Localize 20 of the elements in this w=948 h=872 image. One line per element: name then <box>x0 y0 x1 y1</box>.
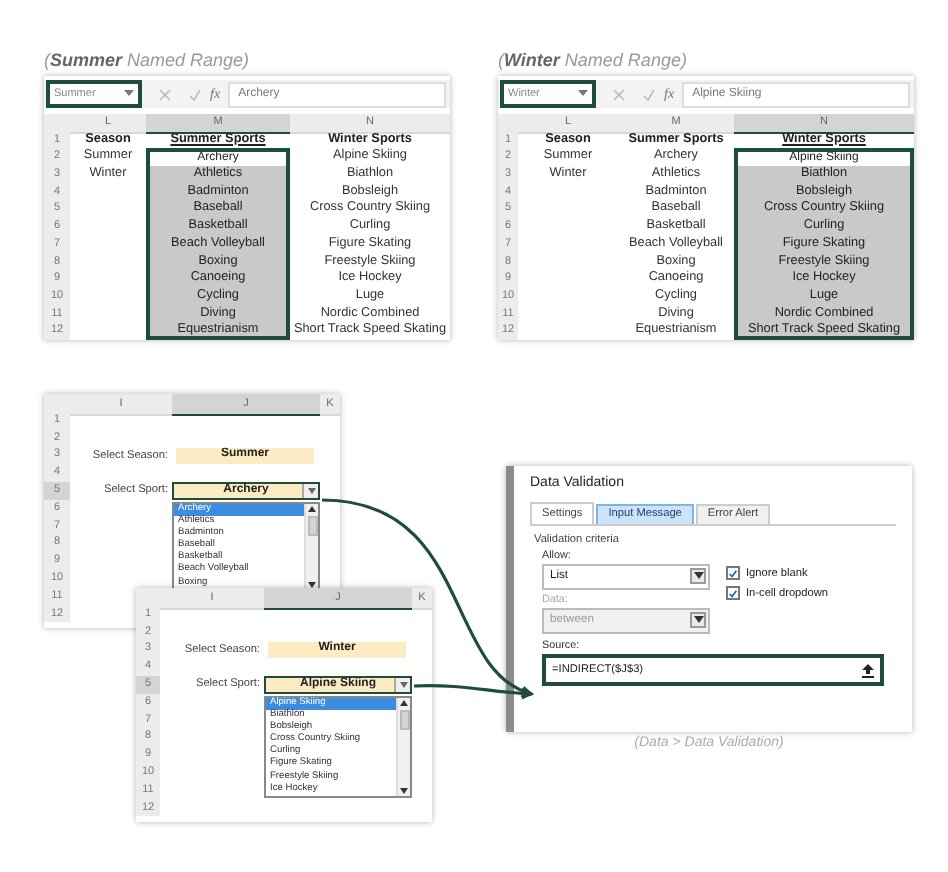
check-icon[interactable] <box>642 87 656 101</box>
checkbox[interactable] <box>726 586 740 600</box>
scroll-thumb[interactable] <box>399 710 409 730</box>
up-arrow-icon[interactable] <box>400 700 408 706</box>
scroll-bar[interactable] <box>396 698 410 796</box>
scroll-bar[interactable] <box>304 504 318 590</box>
down-arrow-icon[interactable] <box>400 787 408 794</box>
collapse-icon[interactable] <box>862 663 874 677</box>
caret-icon <box>578 90 588 98</box>
dropdown-button[interactable] <box>690 568 706 584</box>
dropdown-button[interactable] <box>394 677 410 692</box>
up-arrow-icon[interactable] <box>308 506 316 512</box>
scroll-thumb[interactable] <box>307 516 317 536</box>
down-arrow-icon[interactable] <box>308 581 316 588</box>
caret-icon <box>124 90 134 98</box>
caption: (Summer Named Range) <box>44 48 252 74</box>
caption: (Winter Named Range) <box>498 48 689 74</box>
dropdown-button[interactable] <box>302 483 318 498</box>
checkbox[interactable] <box>726 566 740 580</box>
check-icon[interactable] <box>188 87 202 101</box>
